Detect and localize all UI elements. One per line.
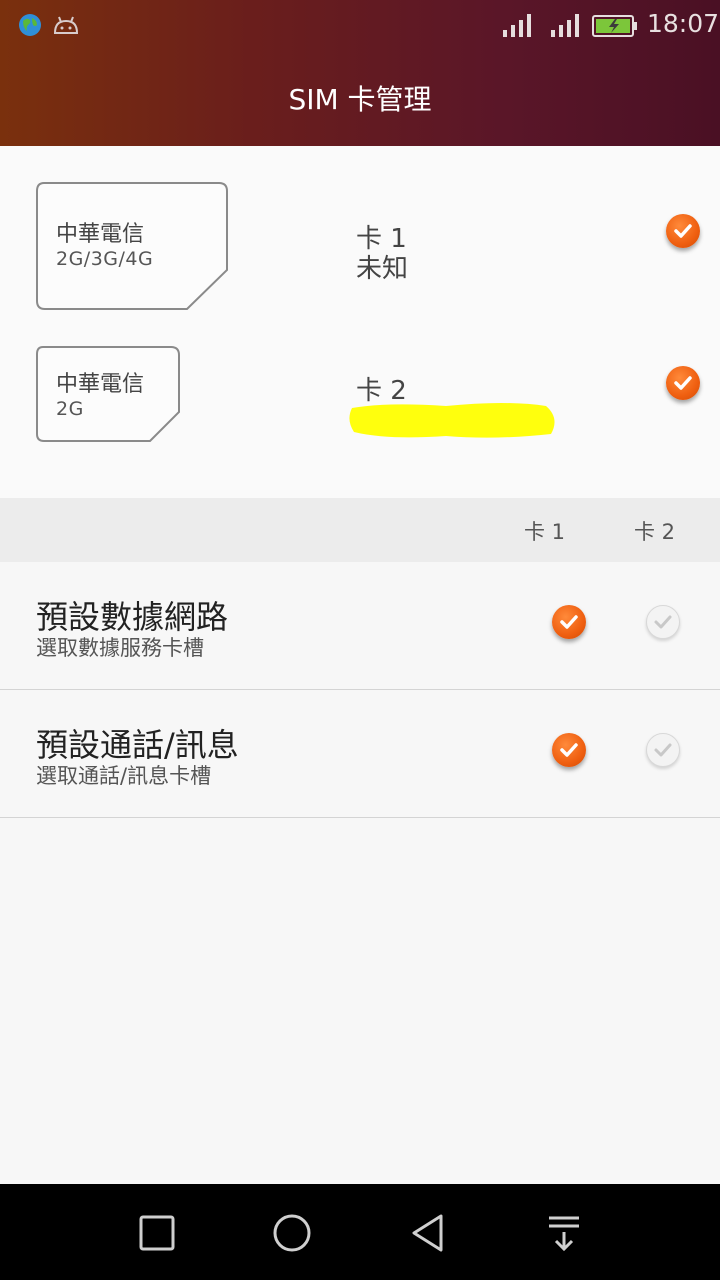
call-card1-radio[interactable] [552,733,586,767]
data-card1-radio[interactable] [552,605,586,639]
sim-carrier: 中華電信 [56,372,145,397]
sim-network-type: 2G/3G/4G [56,248,154,270]
column-card-1: 卡 1 [524,520,566,544]
data-card2-radio[interactable] [646,605,680,639]
clock: 18:07 [647,9,720,38]
sim-carrier: 中華電信 [56,222,145,247]
globe-icon [18,13,42,37]
home-icon[interactable] [271,1212,313,1254]
recent-apps-icon[interactable] [136,1212,178,1254]
pref-subtitle: 選取數據服務卡槽 [36,636,204,660]
back-icon[interactable] [408,1212,450,1254]
android-icon [52,13,80,37]
sim-card-1[interactable]: 中華電信 2G/3G/4G [36,182,228,310]
call-card2-radio[interactable] [646,733,680,767]
default-data-network-row: 預設數據網路 選取數據服務卡槽 [0,562,720,690]
navigation-bar [0,1184,720,1280]
app-header: 18:07 SIM 卡管理 [0,0,720,146]
battery-charging-icon [592,14,638,38]
sim-slot-status: 未知 [356,254,409,284]
sim-card-section: 中華電信 2G/3G/4G 卡 1 未知 中華電信 2G 卡 2 [0,146,720,498]
sim-network-type: 2G [56,398,84,420]
sim-card-2[interactable]: 中華電信 2G [36,346,180,442]
redaction-mark [346,398,558,442]
status-bar: 18:07 [0,0,720,52]
default-call-message-row: 預設通話/訊息 選取通話/訊息卡槽 [0,690,720,818]
card-column-header: 卡 1 卡 2 [0,498,720,562]
page-title: SIM 卡管理 [288,83,432,116]
signal-icon [550,12,582,38]
column-card-2: 卡 2 [634,520,676,544]
pref-subtitle: 選取通話/訊息卡槽 [36,764,212,788]
sim2-enabled-check-icon[interactable] [666,366,700,400]
sim1-enabled-check-icon[interactable] [666,214,700,248]
signal-icon [502,12,534,38]
notification-pulldown-icon[interactable] [543,1212,585,1254]
